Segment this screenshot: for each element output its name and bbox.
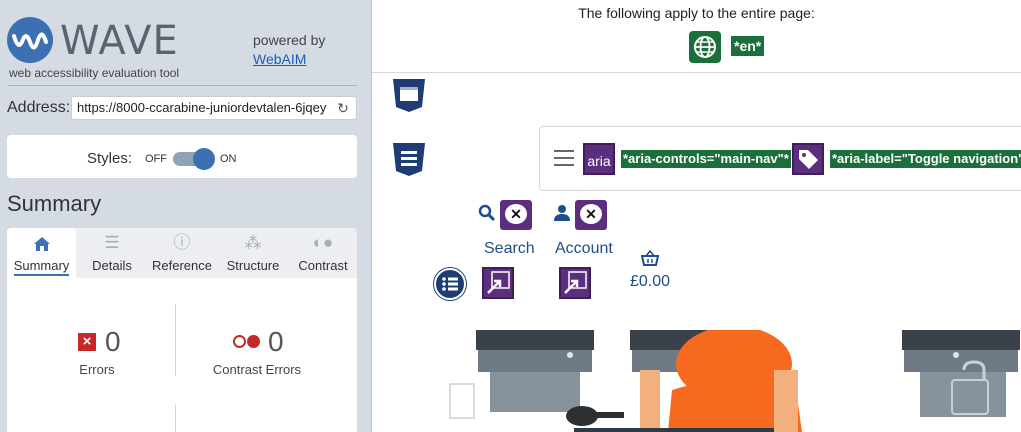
webaim-link[interactable]: WebAIM (253, 51, 306, 67)
home-icon (7, 228, 76, 258)
wave-logo-icon (6, 16, 54, 64)
contrast-errors-label: Contrast Errors (212, 362, 302, 377)
wave-sidebar: WAVE web accessibility evaluation tool p… (0, 0, 372, 432)
wave-subtitle: web accessibility evaluation tool (9, 66, 180, 80)
wave-tabs: Summary ☰ Details ⓘ Reference ⁂ Structur… (7, 228, 357, 278)
styles-toggle-knob[interactable] (193, 148, 215, 170)
nav-account-label[interactable]: Account (555, 240, 613, 258)
tab-label: Structure (226, 258, 280, 273)
divider (8, 85, 357, 86)
globe-icon[interactable] (689, 31, 721, 63)
error-icon: × (78, 333, 96, 351)
alert-icon[interactable]: ✕ (500, 200, 532, 230)
wave-title: WAVE (60, 18, 179, 64)
search-icon[interactable] (478, 204, 496, 227)
contrast-errors-count: 0 (268, 326, 284, 357)
aria-label-badge: *aria-label="Toggle navigation"* (830, 150, 1021, 168)
tab-details[interactable]: ☰ Details (79, 228, 145, 278)
nav-search-label[interactable]: Search (484, 240, 535, 258)
alert-icon[interactable]: ✕ (575, 200, 607, 230)
tab-reference[interactable]: ⓘ Reference (147, 228, 217, 278)
errors-label: Errors (79, 362, 115, 377)
reload-icon[interactable]: ↻ (335, 97, 351, 119)
styles-label: Styles: (87, 150, 133, 167)
address-input[interactable]: https://8000-ccarabine-juniordevtalen-6j… (71, 96, 357, 120)
address-label: Address: (7, 99, 71, 116)
basket-total[interactable]: £0.00 (630, 273, 670, 291)
summary-card: × 0 Errors 0 Contrast Errors (7, 278, 357, 432)
aria-controls-badge: *aria-controls="main-nav"* (621, 150, 791, 168)
list-icon: ☰ (104, 233, 120, 252)
summary-heading: Summary (7, 191, 102, 216)
styles-off-label: OFF (145, 153, 167, 165)
page-level-band: The following apply to the entire page: … (372, 0, 1021, 73)
hero-illustration (444, 326, 1020, 432)
aria-icon[interactable]: aria (583, 143, 615, 175)
powered-by-text: powered by (253, 32, 326, 48)
link-icon[interactable] (482, 267, 514, 299)
tab-label: Contrast (298, 258, 348, 273)
site-header: aria *aria-controls="main-nav"* *aria-la… (539, 126, 1021, 191)
page-preview: The following apply to the entire page: … (372, 0, 1021, 432)
divider (175, 304, 176, 376)
tab-label: Summary (13, 258, 70, 276)
styles-toggle-card: Styles: OFF ON (7, 135, 357, 178)
nav-region-icon[interactable] (391, 141, 427, 177)
apply-text: The following apply to the entire page: (578, 5, 815, 21)
info-icon: ⓘ (173, 233, 191, 252)
list-structure-icon[interactable] (434, 268, 466, 300)
contrast-icon: ◐● (312, 233, 334, 252)
link-icon[interactable] (559, 267, 591, 299)
address-value: https://8000-ccarabine-juniordevtalen-6j… (77, 100, 327, 115)
sitemap-icon: ⁂ (244, 233, 262, 252)
errors-count: 0 (105, 326, 121, 357)
tab-label: Details (92, 258, 132, 273)
tab-summary[interactable]: Summary (7, 228, 76, 278)
hamburger-icon[interactable] (554, 150, 574, 166)
language-badge: *en* (731, 36, 765, 56)
contrast-error-icon (233, 335, 261, 349)
divider (175, 404, 176, 432)
tab-label: Reference (152, 258, 212, 273)
tab-contrast[interactable]: ◐● Contrast (289, 228, 357, 278)
styles-on-label: ON (220, 153, 237, 165)
basket-icon[interactable] (640, 249, 660, 271)
tab-structure[interactable]: ⁂ Structure (219, 228, 287, 278)
tag-icon[interactable] (792, 143, 824, 175)
user-icon[interactable] (553, 204, 571, 227)
header-region-icon[interactable] (391, 77, 427, 113)
